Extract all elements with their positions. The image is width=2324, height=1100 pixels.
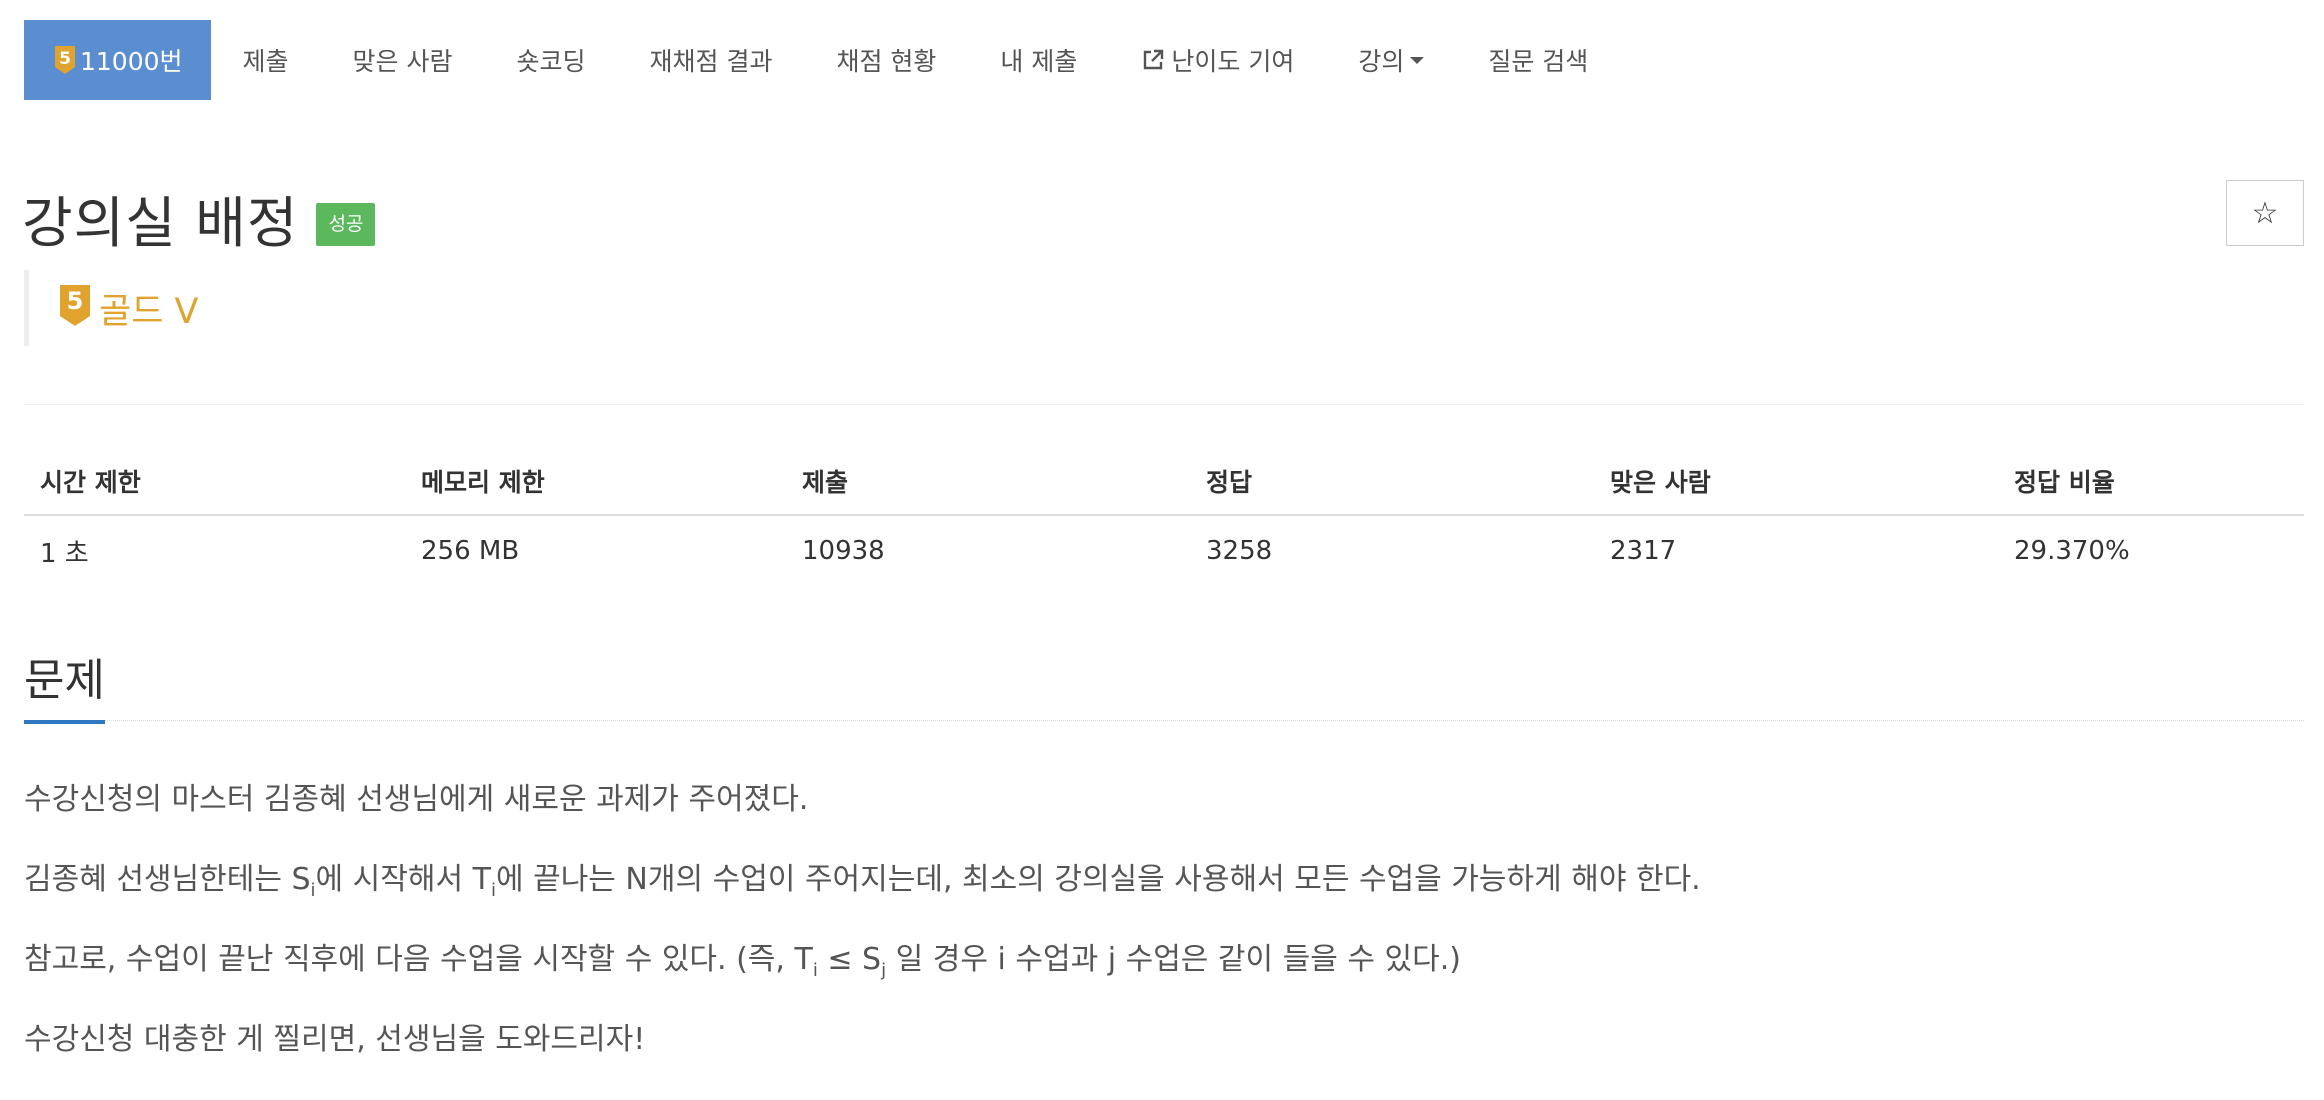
- section-dotted-line: [24, 720, 2304, 721]
- problem-section-header: 문제: [24, 644, 2304, 724]
- nav-problem-number-label: 11000번: [80, 47, 183, 76]
- header-accept-ratio: 정답 비율: [1998, 448, 2304, 516]
- problem-nav: 5 11000번 제출 맞은 사람 숏코딩 재채점 결과 채점 현황 내 제출 …: [24, 20, 1620, 100]
- table-row: 1 초 256 MB 10938 3258 2317 29.370%: [24, 515, 2304, 586]
- problem-paragraph: 수강신청의 마스터 김종혜 선생님에게 새로운 과제가 주어졌다.: [24, 782, 809, 817]
- accept-ratio-value: 29.370%: [2014, 536, 2130, 566]
- nav-lectures-dropdown[interactable]: 강의: [1326, 20, 1456, 100]
- gold5-tier-icon: 5: [54, 45, 76, 75]
- header-submissions: 제출: [786, 448, 1190, 516]
- nav-question-search[interactable]: 질문 검색: [1456, 20, 1620, 100]
- favorite-star-button[interactable]: ☆: [2226, 180, 2304, 246]
- tier-blockquote: 5 골드 V: [24, 270, 198, 346]
- problem-paragraph: 참고로, 수업이 끝난 직후에 다음 수업을 시작할 수 있다. (즉, Ti …: [24, 942, 1461, 981]
- status-badge: 성공: [316, 202, 376, 246]
- nav-problem-number[interactable]: 5 11000번: [24, 20, 211, 100]
- problem-paragraph: 수강신청 대충한 게 찔리면, 선생님을 도와드리자!: [24, 1022, 646, 1057]
- problem-info-table: 시간 제한 메모리 제한 제출 정답 맞은 사람 정답 비율 1 초 256 M…: [24, 448, 2304, 586]
- external-link-icon: [1141, 48, 1165, 72]
- header-time-limit: 시간 제한: [24, 448, 405, 516]
- svg-text:5: 5: [67, 287, 84, 315]
- time-limit-value: 1 초: [40, 538, 89, 569]
- problem-description: 수강신청의 마스터 김종혜 선생님에게 새로운 과제가 주어졌다. 김종혜 선생…: [24, 780, 2304, 1100]
- nav-my-submissions[interactable]: 내 제출: [968, 20, 1109, 100]
- memory-limit-value: 256 MB: [421, 536, 520, 566]
- accepted-value: 3258: [1206, 536, 1273, 566]
- nav-solved-users[interactable]: 맞은 사람: [321, 20, 485, 100]
- divider: [24, 404, 2304, 405]
- problem-header: 강의실 배정 성공: [22, 178, 376, 258]
- nav-short-coding[interactable]: 숏코딩: [485, 20, 618, 100]
- page-title: 강의실 배정: [22, 191, 299, 255]
- section-title: 문제: [24, 644, 105, 724]
- solved-users-value: 2317: [1610, 536, 1677, 566]
- star-icon: ☆: [2251, 195, 2279, 231]
- nav-rejudge-results[interactable]: 재채점 결과: [618, 20, 805, 100]
- nav-difficulty-contribution[interactable]: 난이도 기여: [1109, 20, 1326, 100]
- gold5-tier-icon: 5: [59, 284, 91, 332]
- table-header-row: 시간 제한 메모리 제한 제출 정답 맞은 사람 정답 비율: [24, 448, 2304, 516]
- header-accepted: 정답: [1190, 448, 1594, 516]
- problem-paragraph: 김종혜 선생님한테는 Si에 시작해서 Ti에 끝나는 N개의 수업이 주어지는…: [24, 862, 1701, 901]
- nav-judge-status[interactable]: 채점 현황: [804, 20, 968, 100]
- submissions-value: 10938: [802, 536, 885, 566]
- svg-text:5: 5: [59, 49, 71, 69]
- nav-submit[interactable]: 제출: [211, 20, 321, 100]
- header-memory-limit: 메모리 제한: [405, 448, 786, 516]
- header-solved-users: 맞은 사람: [1594, 448, 1998, 516]
- tier-label[interactable]: 골드 V: [99, 283, 198, 334]
- caret-down-icon: [1410, 55, 1425, 65]
